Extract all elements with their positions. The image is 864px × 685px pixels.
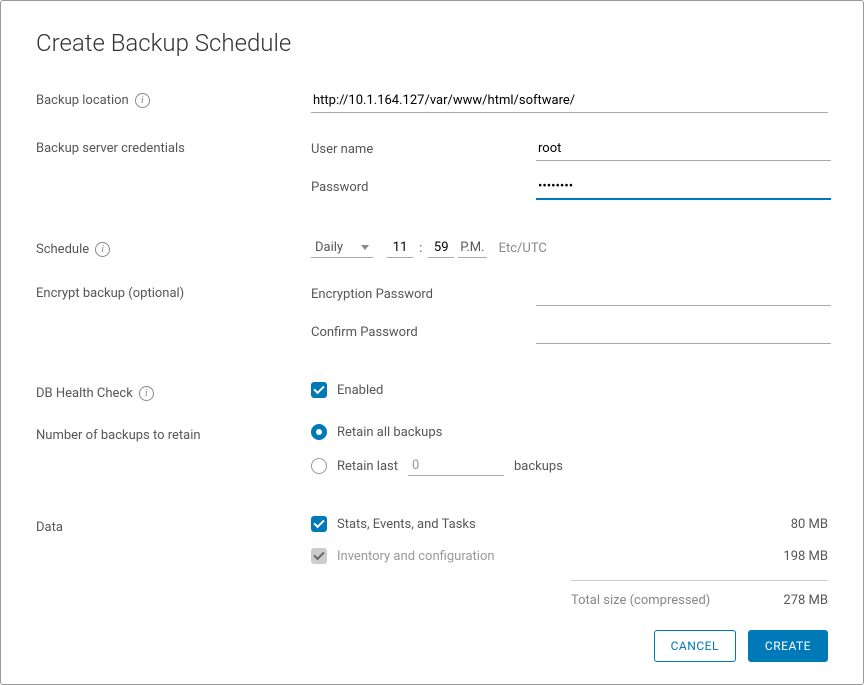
minute-input[interactable] [428,238,454,258]
info-icon[interactable]: i [135,93,150,108]
time-colon: : [419,241,422,256]
frequency-select[interactable]: Daily [311,238,373,258]
encryption-password-input[interactable] [536,282,831,306]
data-stats-size: 80 MB [791,517,828,532]
data-inventory-label: Inventory and configuration [337,549,495,564]
username-label: User name [311,142,536,157]
dialog-footer: CANCEL CREATE [654,630,828,662]
timezone-label: Etc/UTC [499,241,547,256]
db-health-label: DB Health Check [36,386,133,401]
total-label: Total size (compressed) [571,593,710,608]
schedule-label: Schedule [36,242,89,257]
cancel-button[interactable]: CANCEL [654,630,736,662]
total-size: 278 MB [783,593,828,608]
username-input[interactable] [536,137,831,161]
enc-password-label: Encryption Password [311,287,536,302]
hour-input[interactable] [387,238,413,258]
db-health-checkbox[interactable] [311,382,327,398]
divider [571,580,828,581]
data-inventory-size: 198 MB [783,549,828,564]
dialog-title: Create Backup Schedule [36,29,828,57]
db-health-enabled-label: Enabled [337,383,383,398]
retain-all-radio[interactable] [311,424,327,440]
frequency-value: Daily [315,240,343,255]
backup-location-input[interactable] [311,89,828,113]
info-icon[interactable]: i [139,386,154,401]
encrypt-label: Encrypt backup (optional) [36,286,184,301]
info-icon[interactable]: i [95,242,110,257]
data-inventory-checkbox [311,548,327,564]
retain-all-label: Retain all backups [337,425,442,440]
ampm-select[interactable]: P.M. [458,238,486,258]
retain-count-input[interactable] [408,456,504,476]
enc-confirm-label: Confirm Password [311,325,536,340]
retain-label: Number of backups to retain [36,428,201,443]
create-backup-dialog: Create Backup Schedule Backup location i… [0,0,864,685]
password-label: Password [311,180,536,195]
encryption-confirm-input[interactable] [536,320,831,344]
retain-last-prefix: Retain last [337,459,398,474]
data-stats-label: Stats, Events, and Tasks [337,517,476,532]
password-input[interactable] [536,175,831,200]
chevron-down-icon [361,245,369,250]
retain-last-radio[interactable] [311,458,327,474]
retain-last-suffix: backups [514,459,563,474]
data-label: Data [36,520,63,535]
credentials-label: Backup server credentials [36,141,185,156]
backup-location-label: Backup location [36,93,129,108]
create-button[interactable]: CREATE [748,630,828,662]
data-stats-checkbox[interactable] [311,516,327,532]
